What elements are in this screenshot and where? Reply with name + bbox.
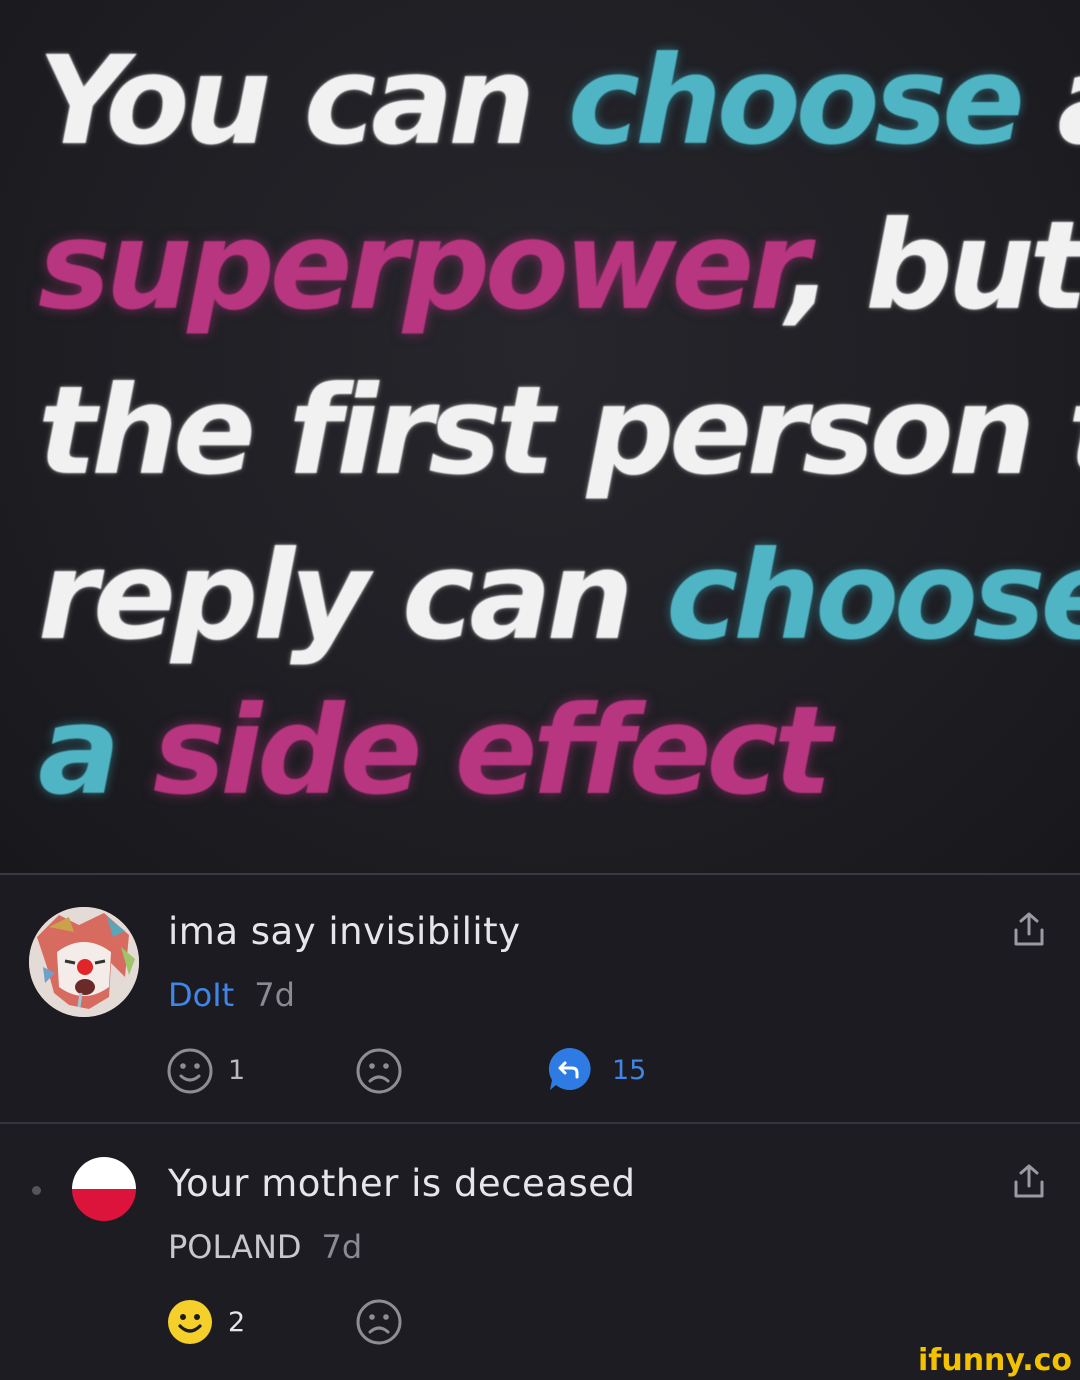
meme-line-1: You can choose a [38,40,1080,162]
smile-count: 2 [228,1307,246,1338]
watermark-logo: ifunny.co [918,1343,1072,1378]
meme-line-3: the first person to [38,360,1080,502]
meme-text: a [1057,30,1080,172]
meme-highlight-pink: side effect [152,680,832,822]
comment-meta: POLAND 7d [168,1228,362,1266]
author-name[interactable]: DoIt [168,976,234,1014]
avatar[interactable] [72,1157,136,1221]
share-icon[interactable] [1010,910,1048,950]
share-icon[interactable] [1010,1162,1048,1202]
reply-bubble-icon[interactable] [546,1045,594,1093]
reply-count[interactable]: 15 [612,1055,646,1086]
comment-meta: DoIt 7d [168,976,295,1014]
meme-line-5: a side effect [38,690,832,812]
meme-text: , but [786,195,1080,337]
meme-highlight-teal: choose [666,525,1080,667]
comment: Your mother is deceased POLAND 7d 2 [0,1124,1080,1380]
meme-highlight-pink: superpower [38,195,792,337]
meme-line-2: superpower, but [38,205,1080,327]
timestamp: 7d [321,1228,363,1266]
thread-dot-icon [32,1186,41,1195]
avatar-clown-girl-icon [29,907,139,1017]
meme-text: reply can [38,525,634,667]
smile-icon[interactable] [166,1298,214,1346]
frown-icon[interactable] [355,1047,403,1095]
comment-text: Your mother is deceased [168,1162,636,1205]
poland-flag-icon [72,1157,136,1221]
author-name[interactable]: POLAND [168,1228,302,1266]
meme-highlight-teal: choose [567,30,1025,172]
meme-line-4: reply can choose [38,535,1080,657]
timestamp: 7d [254,976,295,1014]
smile-icon[interactable] [166,1047,214,1095]
comment: ima say invisibility DoIt 7d 1 15 [0,875,1080,1122]
frown-icon[interactable] [355,1298,403,1346]
meme-text: You can [38,30,535,172]
meme-highlight-teal: a [38,680,120,822]
comment-text: ima say invisibility [168,910,521,953]
smile-count: 1 [228,1055,246,1086]
avatar[interactable] [29,907,139,1017]
meme-image[interactable]: You can choose a superpower, but the fir… [0,0,1080,873]
